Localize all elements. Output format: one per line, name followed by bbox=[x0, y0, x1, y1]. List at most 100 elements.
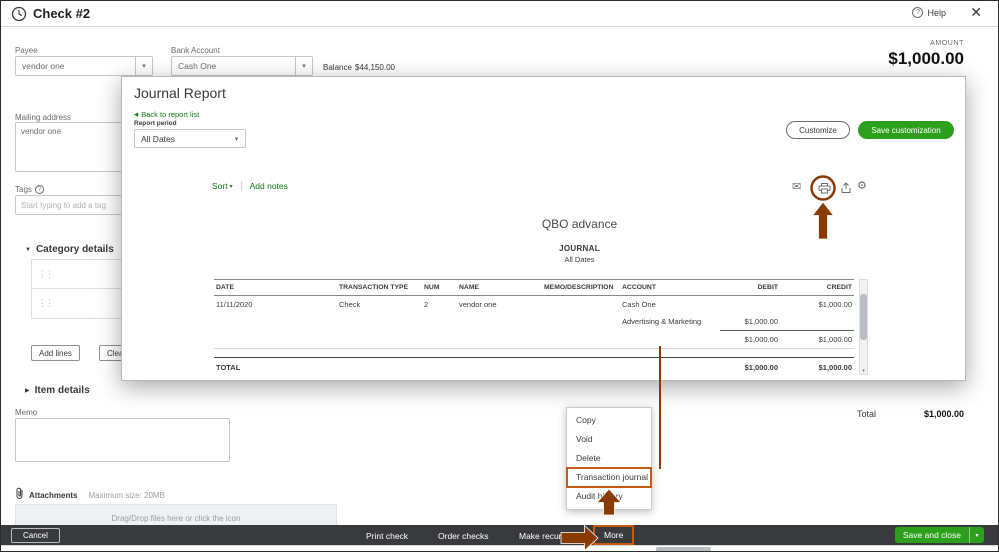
app-window: Check #2 ? Help ✕ Payee vendor one ▾ Ban… bbox=[0, 0, 999, 552]
cell-num: 2 bbox=[424, 300, 429, 309]
attachments-row: Attachments Maximum size: 20MB bbox=[15, 486, 165, 504]
col-account: ACCOUNT bbox=[620, 279, 720, 296]
chevron-down-icon[interactable]: ▾ bbox=[860, 368, 867, 374]
item-details-label: Item details bbox=[34, 385, 90, 396]
drag-handle-icon[interactable]: ⋮⋮ bbox=[32, 269, 54, 280]
balance-text: Balance $44,150.00 bbox=[323, 63, 395, 72]
print-check-button[interactable]: Print check bbox=[366, 531, 408, 541]
horizontal-scrollbar[interactable] bbox=[1, 545, 998, 551]
total-credit: $1,000.00 bbox=[780, 357, 854, 377]
cell-type: Check bbox=[339, 300, 361, 309]
help-icon: ? bbox=[912, 7, 924, 18]
gear-icon[interactable]: ⚙ bbox=[857, 181, 867, 192]
help-label: Help bbox=[927, 7, 946, 18]
save-and-close-button[interactable]: Save and close ▾ bbox=[894, 527, 984, 543]
report-range: All Dates bbox=[564, 255, 595, 264]
scrollbar-thumb[interactable] bbox=[656, 547, 711, 551]
close-icon[interactable]: ✕ bbox=[970, 4, 982, 21]
more-button[interactable]: More bbox=[592, 525, 635, 545]
customize-button[interactable]: Customize bbox=[786, 121, 850, 139]
cell-account: Advertising & Marketing bbox=[622, 317, 702, 327]
mailing-address-label: Mailing address bbox=[15, 113, 72, 122]
menu-item-copy[interactable]: Copy bbox=[567, 411, 651, 430]
tags-help-icon[interactable]: ? bbox=[34, 185, 44, 194]
attachments-max-size: Maximum size: 20MB bbox=[88, 490, 165, 500]
chevron-down-icon[interactable]: ▾ bbox=[969, 527, 984, 543]
subtotal-row: $1,000.00 $1,000.00 bbox=[214, 330, 854, 349]
sort-control[interactable]: Sort ▾ bbox=[212, 181, 233, 191]
mailing-address-value: vendor one bbox=[21, 127, 62, 136]
balance-label: Balance bbox=[323, 63, 352, 72]
chevron-down-icon[interactable]: ▾ bbox=[228, 130, 245, 147]
cell-name: vendor one bbox=[459, 300, 497, 309]
item-details-header[interactable]: ▶ Item details bbox=[25, 385, 90, 396]
payee-value: vendor one bbox=[22, 61, 65, 71]
cell-debit: $1,000.00 bbox=[744, 317, 778, 326]
print-icon[interactable] bbox=[818, 182, 831, 197]
menu-item-transaction-journal[interactable]: Transaction journal bbox=[566, 467, 652, 488]
email-icon[interactable]: ✉ bbox=[792, 182, 801, 193]
report-period-label: Report period bbox=[134, 120, 177, 127]
report-toolbar: Sort ▾ Add notes bbox=[212, 181, 288, 191]
bank-account-value: Cash One bbox=[178, 61, 217, 71]
chevron-down-icon: ▾ bbox=[229, 183, 233, 190]
col-credit: CREDIT bbox=[780, 279, 854, 296]
col-transaction-type: TRANSACTION TYPE bbox=[337, 279, 422, 296]
back-icon: ◀ bbox=[134, 111, 139, 118]
bank-account-select[interactable]: Cash One ▾ bbox=[171, 56, 313, 76]
menu-item-void[interactable]: Void bbox=[567, 430, 651, 449]
tags-label-row: Tags ? bbox=[15, 185, 44, 194]
export-icon[interactable] bbox=[840, 182, 852, 197]
help-button[interactable]: ? Help bbox=[912, 7, 946, 18]
cancel-button[interactable]: Cancel bbox=[11, 528, 60, 543]
table-row: Advertising & Marketing $1,000.00 bbox=[214, 313, 854, 331]
spacer-row bbox=[214, 349, 854, 358]
menu-item-delete[interactable]: Delete bbox=[567, 449, 651, 468]
report-period-value: All Dates bbox=[141, 133, 176, 144]
total-row-label: TOTAL bbox=[214, 357, 337, 377]
category-details-header[interactable]: ▼ Category details bbox=[25, 244, 114, 255]
journal-report-modal: Journal Report ◀ Back to report list Rep… bbox=[121, 76, 966, 381]
memo-field[interactable] bbox=[15, 418, 230, 462]
amount-label: AMOUNT bbox=[930, 40, 964, 47]
triangle-down-icon: ▼ bbox=[25, 246, 31, 253]
chevron-down-icon[interactable]: ▾ bbox=[295, 57, 312, 75]
subtotal-debit: $1,000.00 bbox=[720, 330, 780, 349]
back-link-label: Back to report list bbox=[141, 110, 200, 119]
back-to-report-list-link[interactable]: ◀ Back to report list bbox=[134, 110, 199, 119]
add-lines-button[interactable]: Add lines bbox=[31, 345, 80, 361]
col-num: NUM bbox=[422, 279, 457, 296]
payee-select[interactable]: vendor one ▾ bbox=[15, 56, 153, 76]
attachments-label: Attachments bbox=[29, 490, 78, 500]
check-header: Check #2 ? Help ✕ bbox=[1, 1, 998, 27]
report-type: JOURNAL bbox=[559, 244, 600, 253]
menu-item-audit-history[interactable]: Audit history bbox=[567, 487, 651, 506]
order-checks-button[interactable]: Order checks bbox=[438, 531, 489, 541]
add-notes-link[interactable]: Add notes bbox=[250, 181, 288, 191]
report-scrollbar[interactable]: ▾ bbox=[859, 279, 868, 375]
triangle-right-icon: ▶ bbox=[25, 388, 30, 394]
attachment-icon bbox=[15, 486, 24, 504]
category-details-label: Category details bbox=[35, 244, 114, 255]
add-lines-label: Add lines bbox=[39, 348, 72, 358]
toolbar-divider bbox=[240, 181, 242, 191]
total-debit: $1,000.00 bbox=[720, 357, 780, 377]
page-title: Check #2 bbox=[33, 6, 91, 21]
cell-date: 11/11/2020 bbox=[216, 300, 253, 309]
journal-table-header-row: DATE TRANSACTION TYPE NUM NAME MEMO/DESC… bbox=[214, 279, 854, 296]
chevron-down-icon[interactable]: ▾ bbox=[135, 57, 152, 75]
scrollbar-thumb[interactable] bbox=[860, 294, 867, 340]
report-period-select[interactable]: All Dates ▾ bbox=[134, 129, 246, 148]
cell-credit bbox=[780, 313, 854, 331]
more-context-menu: Copy Void Delete Transaction journal Aud… bbox=[566, 407, 652, 510]
footer-bar: Cancel Print check Order checks Make rec… bbox=[1, 525, 998, 545]
company-name: QBO advance bbox=[541, 217, 618, 231]
col-name: NAME bbox=[457, 279, 542, 296]
subtotal-credit: $1,000.00 bbox=[780, 330, 854, 349]
save-customization-button[interactable]: Save customization bbox=[858, 121, 954, 139]
bank-account-label: Bank Account bbox=[171, 46, 220, 55]
clock-icon bbox=[11, 6, 27, 27]
drag-handle-icon[interactable]: ⋮⋮ bbox=[32, 298, 54, 309]
make-recurring-button[interactable]: Make recurring bbox=[519, 531, 576, 541]
col-date: DATE bbox=[214, 279, 337, 296]
